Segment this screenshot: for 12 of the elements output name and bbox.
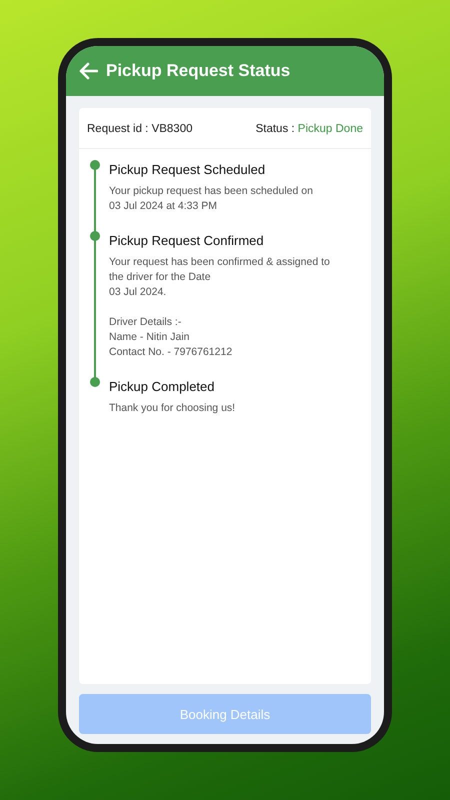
back-button[interactable] xyxy=(78,62,98,80)
page-title: Pickup Request Status xyxy=(106,61,290,81)
step-title: Pickup Completed xyxy=(109,380,216,394)
step-title: Pickup Request Confirmed xyxy=(109,234,265,248)
status-label: Status : xyxy=(256,123,296,135)
status-value: Pickup Done xyxy=(298,123,363,135)
step-text: Your request has been confirmed & assigned to the driver for the Date 03 Jul 2024. xyxy=(109,255,331,300)
step-text: Thank you for choosing us! xyxy=(109,401,236,416)
step-text: Your pickup request has been scheduled on 03 Jul 2024 at 4:33 PM xyxy=(109,184,314,214)
request-id: Request id : VB8300 xyxy=(87,123,194,135)
step-title: Pickup Request Scheduled xyxy=(109,163,266,177)
step-text: Driver Details :- Name - Nitin Jain Contact No. - 7976761212 xyxy=(109,315,234,360)
